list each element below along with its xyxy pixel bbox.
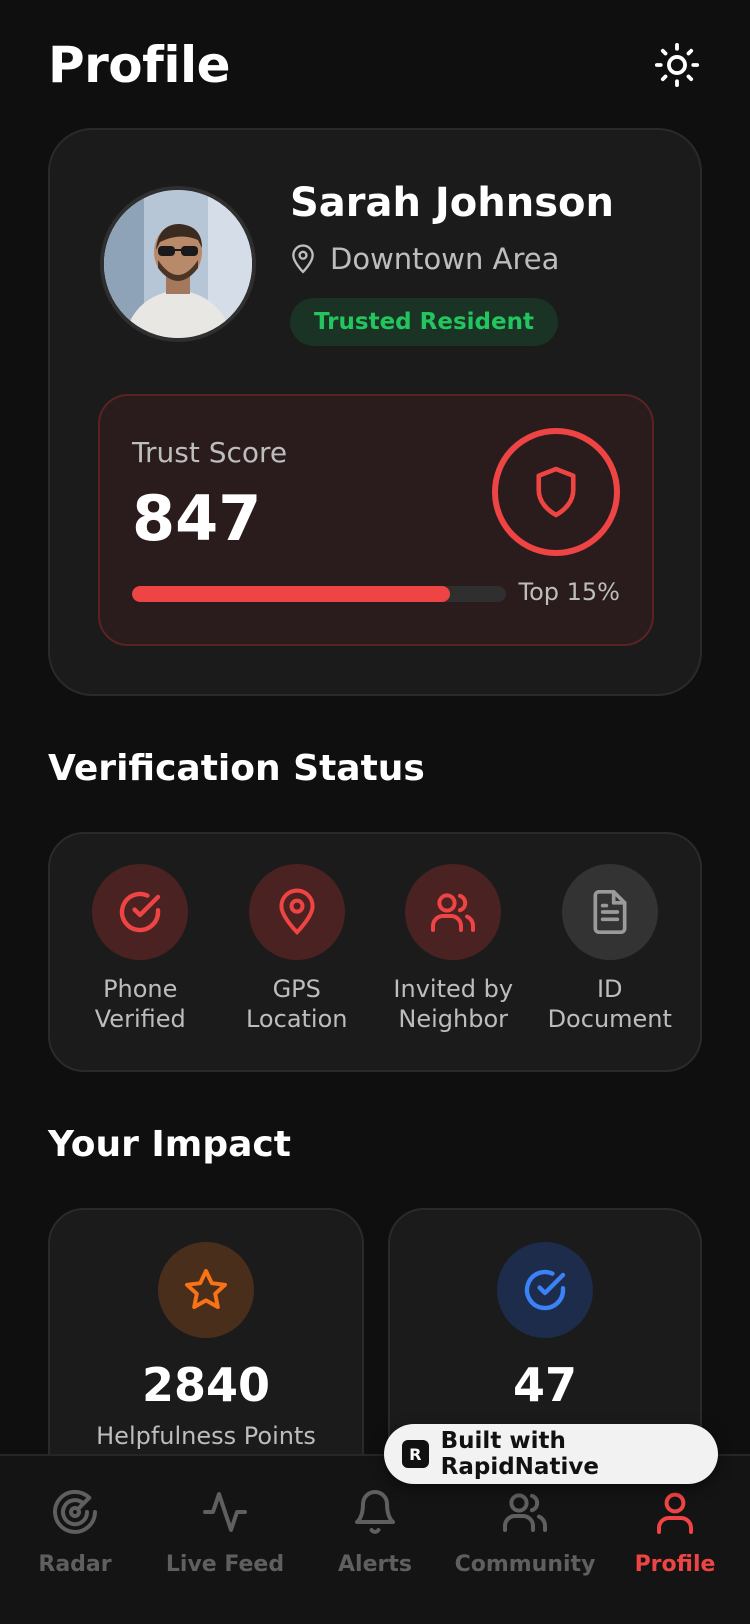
map-pin-icon	[292, 244, 314, 274]
trust-progress-bar	[132, 586, 506, 602]
nav-item-live-feed[interactable]: Live Feed	[150, 1488, 300, 1624]
verification-title: Verification Status	[48, 748, 425, 789]
impact-title: Your Impact	[48, 1124, 291, 1165]
nav-item-alerts[interactable]: Alerts	[300, 1488, 450, 1624]
verification-item-id[interactable]: ID Document	[535, 864, 685, 1070]
radar-icon	[53, 1489, 97, 1534]
nav-label: Profile	[634, 1552, 716, 1577]
avatar[interactable]	[100, 186, 256, 342]
verification-item-neighbor[interactable]: Invited by Neighbor	[378, 864, 528, 1070]
impact-label: Helpfulness Points	[96, 1422, 316, 1450]
user-icon	[657, 1492, 693, 1534]
theme-toggle-button[interactable]	[652, 40, 702, 90]
shield-badge	[492, 428, 620, 556]
trust-progress-fill	[132, 586, 450, 602]
trust-score-label: Trust Score	[132, 436, 288, 469]
map-pin-icon	[279, 888, 315, 936]
verification-card: Phone Verified GPS Location Invited by N…	[48, 832, 702, 1072]
location-text: Downtown Area	[330, 242, 560, 276]
users-icon	[503, 1493, 547, 1532]
verification-icon-wrap	[405, 864, 502, 960]
impact-value: 2840	[141, 1358, 271, 1412]
profile-card: Sarah Johnson Downtown Area Trusted Resi…	[48, 128, 702, 696]
verification-item-gps[interactable]: GPS Location	[222, 864, 372, 1070]
verification-icon-wrap	[92, 864, 189, 960]
verification-label: ID Document	[547, 975, 672, 1033]
user-name: Sarah Johnson	[290, 180, 615, 226]
impact-icon-wrap	[158, 1242, 254, 1338]
document-icon	[593, 889, 627, 934]
built-with-rapidnative-button[interactable]: R Built with RapidNative	[384, 1424, 718, 1484]
rapidnative-logo-icon: R	[402, 1440, 429, 1468]
rapidnative-label: Built with RapidNative	[440, 1428, 599, 1480]
nav-label: Community	[454, 1552, 596, 1577]
sun-icon	[654, 42, 700, 88]
trust-score-panel: Trust Score 847 Top 15%	[98, 394, 654, 646]
nav-item-radar[interactable]: Radar	[0, 1488, 150, 1624]
trust-score-value: 847	[132, 482, 262, 555]
verification-icon-wrap	[561, 864, 658, 960]
nav-label: Alerts	[338, 1552, 412, 1577]
user-location: Downtown Area	[290, 242, 559, 276]
check-circle-icon	[120, 891, 161, 933]
verification-label: GPS Location	[245, 975, 348, 1033]
impact-icon-wrap	[497, 1242, 593, 1338]
trust-rank: Top 15%	[518, 578, 620, 606]
check-circle-icon	[524, 1269, 566, 1311]
header: Profile	[48, 30, 702, 100]
avatar-image	[104, 190, 252, 338]
verification-label: Phone Verified	[94, 975, 186, 1033]
activity-icon	[203, 1492, 247, 1532]
status-badge: Trusted Resident	[290, 298, 558, 346]
nav-item-community[interactable]: Community	[450, 1488, 600, 1624]
nav-item-profile[interactable]: Profile	[600, 1488, 750, 1624]
verification-icon-wrap	[248, 864, 345, 960]
bell-icon	[355, 1490, 395, 1534]
nav-label: Live Feed	[165, 1552, 285, 1577]
users-icon	[431, 893, 476, 932]
page-title: Profile	[48, 36, 231, 94]
verification-item-phone[interactable]: Phone Verified	[65, 864, 215, 1070]
star-icon	[185, 1269, 227, 1309]
shield-icon	[536, 466, 576, 518]
nav-label: Radar	[38, 1552, 112, 1577]
verification-label: Invited by Neighbor	[393, 975, 514, 1033]
impact-value: 47	[512, 1358, 577, 1412]
